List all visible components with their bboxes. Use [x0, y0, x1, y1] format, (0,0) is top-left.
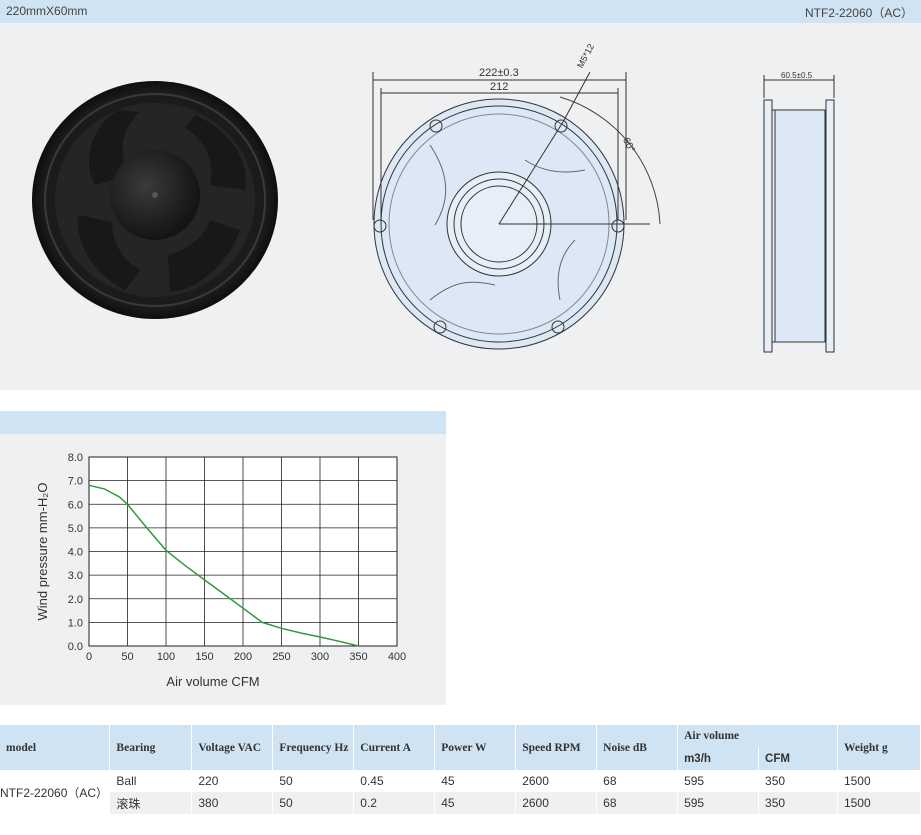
cell-cfm: 350 — [758, 792, 838, 814]
table-row: 滚珠 380 50 0.2 45 2600 68 595 350 1500 — [0, 792, 921, 814]
product-illustration-area: 222±0.3 212 M5*12 60° 60.5±0.5 — [0, 23, 921, 390]
cell-power: 45 — [434, 770, 517, 792]
col-bearing: Bearing — [109, 725, 193, 770]
y-tick-label: 4.0 — [68, 547, 83, 559]
model-code-label: NTF2-22060（AC） — [804, 6, 913, 20]
side-view-drawing — [763, 75, 835, 353]
dim-inner-diameter: 212 — [490, 81, 509, 93]
cell-m3h: 595 — [677, 792, 760, 814]
y-tick-label: 7.0 — [68, 476, 83, 488]
col-noise: Noise dB — [596, 725, 679, 770]
y-tick-label: 1.0 — [68, 617, 83, 629]
col-power: Power W — [434, 725, 517, 770]
cell-voltage: 220 — [191, 770, 274, 792]
col-weight: Weight g — [837, 725, 921, 770]
x-tick-label: 100 — [157, 651, 175, 663]
x-tick-label: 400 — [388, 651, 406, 663]
y-axis-label: Wind pressure mm-H₂O — [35, 483, 50, 621]
x-tick-label: 200 — [234, 651, 252, 663]
col-speed: Speed RPM — [515, 725, 598, 770]
fan-photo-body — [32, 81, 278, 319]
col-current: Current A — [353, 725, 436, 770]
cell-voltage: 380 — [191, 792, 274, 814]
table-row: NTF2-22060（AC） Ball 220 50 0.45 45 2600 … — [0, 770, 921, 814]
cell-speed: 2600 — [515, 792, 598, 814]
col-frequency: Frequency Hz — [272, 725, 355, 770]
col-voltage: Voltage VAC — [191, 725, 274, 770]
cell-power: 45 — [434, 792, 517, 814]
header-bar: 220mmX60mm NTF2-22060（AC） — [0, 0, 921, 23]
col-cfm: CFM — [758, 747, 838, 770]
cell-bearing: Ball — [109, 770, 193, 792]
cell-weight: 1500 — [837, 792, 921, 814]
cell-m3h: 595 — [677, 770, 760, 792]
x-tick-label: 350 — [349, 651, 367, 663]
y-tick-label: 2.0 — [68, 594, 83, 606]
x-tick-label: 50 — [121, 651, 133, 663]
y-tick-label: 5.0 — [68, 523, 83, 535]
dim-outer-diameter: 222±0.3 — [479, 67, 519, 79]
cell-current: 0.2 — [353, 792, 436, 814]
performance-chart-area: 0 50 100 150 200 250 300 350 400 0.0 1.0 2.0 3.0 4.0 5… — [0, 434, 446, 705]
x-axis-label: Air volume CFM — [166, 674, 259, 689]
cell-cfm: 350 — [758, 770, 838, 792]
cell-bearing: 滚珠 — [109, 792, 193, 814]
dim-depth: 60.5±0.5 — [781, 71, 813, 80]
cell-noise: 68 — [596, 770, 679, 792]
chart-header-bar — [0, 411, 446, 434]
col-model: model — [0, 725, 111, 770]
x-tick-label: 250 — [272, 651, 290, 663]
x-tick-label: 300 — [311, 651, 329, 663]
cell-noise: 68 — [596, 792, 679, 814]
cell-frequency: 50 — [272, 792, 355, 814]
y-tick-label: 6.0 — [68, 499, 83, 511]
spec-table: model Bearing Voltage VAC Frequency Hz C… — [0, 725, 921, 814]
front-view-drawing — [372, 71, 661, 350]
y-tick-label: 0.0 — [68, 641, 83, 653]
size-label: 220mmX60mm — [6, 4, 88, 18]
x-tick-label: 150 — [195, 651, 213, 663]
cell-speed: 2600 — [515, 770, 598, 792]
x-tick-label: 0 — [86, 651, 92, 663]
cell-weight: 1500 — [837, 770, 921, 792]
col-air-volume: Air volume — [677, 725, 838, 747]
cell-frequency: 50 — [272, 770, 355, 792]
y-tick-label: 8.0 — [68, 452, 83, 464]
col-m3h: m3/h — [677, 747, 760, 770]
cell-current: 0.45 — [353, 770, 436, 792]
cell-model: NTF2-22060（AC） — [0, 770, 111, 814]
y-tick-label: 3.0 — [68, 570, 83, 582]
spec-table-header: model Bearing Voltage VAC Frequency Hz C… — [0, 725, 921, 770]
pq-curve-chart: 0 50 100 150 200 250 300 350 400 0.0 1.0 2.0 3.0 4.0 5… — [35, 452, 406, 689]
